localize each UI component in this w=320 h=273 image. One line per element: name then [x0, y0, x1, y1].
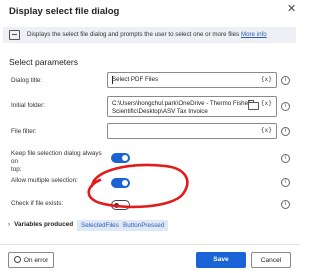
- dialog-title-bar: Display select file dialog ✕: [0, 0, 300, 24]
- dialog-icon: [9, 30, 20, 40]
- initial-folder-field[interactable]: C:\Users\hongchul.park\OneDrive - Thermo…: [107, 96, 277, 117]
- on-error-label: On error: [23, 257, 49, 264]
- folder-icon[interactable]: [248, 100, 259, 110]
- info-icon[interactable]: i: [281, 127, 290, 136]
- close-icon[interactable]: ✕: [287, 4, 296, 15]
- dialog-title-value: Select PDF Files: [112, 76, 159, 83]
- variable-icon[interactable]: {x}: [261, 76, 272, 83]
- dialog-title: Display select file dialog: [9, 6, 120, 17]
- info-banner: Displays the select file dialog and prom…: [3, 27, 296, 43]
- allow-multiple-label: Allow multiple selection:: [11, 177, 78, 184]
- info-icon[interactable]: i: [281, 102, 290, 111]
- file-filter-label: File filter:: [11, 128, 37, 135]
- initial-folder-label: Initial folder:: [11, 102, 45, 109]
- info-icon[interactable]: i: [281, 76, 290, 85]
- check-exists-toggle[interactable]: [111, 200, 130, 210]
- dialog-footer: On error Save Cancel: [0, 244, 300, 273]
- dialog-title-field[interactable]: Select PDF Files {x}: [107, 72, 277, 88]
- info-icon[interactable]: i: [281, 200, 290, 209]
- info-icon[interactable]: i: [281, 154, 290, 163]
- variable-icon[interactable]: {x}: [261, 127, 272, 134]
- more-info-link[interactable]: More info: [241, 31, 267, 38]
- chevron-right-icon: ›: [8, 221, 11, 228]
- allow-multiple-toggle[interactable]: [111, 178, 130, 188]
- error-icon: [13, 256, 21, 263]
- keep-on-top-label: Keep file selection dialog always on top…: [11, 150, 102, 173]
- on-error-button[interactable]: On error: [8, 252, 54, 268]
- initial-folder-value: C:\Users\hongchul.park\OneDrive - Thermo…: [112, 100, 251, 115]
- section-title: Select parameters: [9, 57, 78, 67]
- dialog-title-label: Dialog title:: [11, 77, 43, 84]
- file-filter-field[interactable]: {x}: [107, 123, 277, 139]
- info-icon[interactable]: i: [281, 178, 290, 187]
- cancel-button[interactable]: Cancel: [251, 252, 291, 268]
- save-button[interactable]: Save: [196, 252, 246, 268]
- variable-chip-selected-files[interactable]: SelectedFiles: [77, 220, 123, 231]
- banner-text: Displays the select file dialog and prom…: [27, 31, 267, 38]
- check-exists-label: Check if file exists:: [11, 200, 64, 207]
- variables-produced-toggle[interactable]: › Variables produced: [8, 221, 73, 228]
- variables-produced-label: Variables produced: [14, 221, 74, 228]
- keep-on-top-toggle[interactable]: [111, 153, 130, 163]
- variable-icon[interactable]: {x}: [261, 100, 272, 107]
- variable-chip-button-pressed[interactable]: ButtonPressed: [119, 220, 169, 231]
- banner-description: Displays the select file dialog and prom…: [27, 31, 240, 38]
